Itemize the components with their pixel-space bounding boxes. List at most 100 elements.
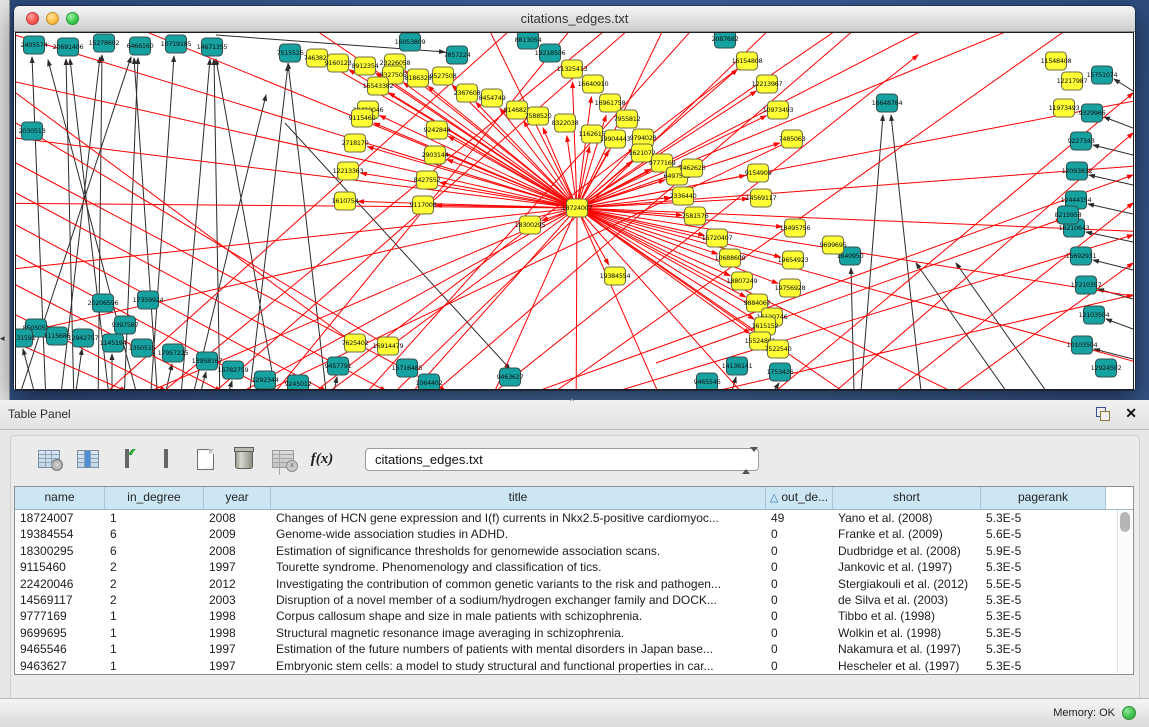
table-row[interactable]: 1830029562008Estimation of significance …: [15, 543, 1133, 559]
svg-text:9794028: 9794028: [630, 134, 657, 142]
cell-out_degree: 0: [766, 526, 833, 542]
close-panel-button[interactable]: ✕: [1125, 405, 1137, 422]
import-table-button-disabled: x: [271, 447, 295, 471]
cell-pagerank: 5.3E-5: [981, 641, 1106, 657]
svg-text:17957225: 17957225: [158, 349, 189, 357]
cell-in_degree: 1: [105, 658, 204, 674]
svg-text:9397587: 9397587: [112, 321, 139, 329]
table-select-dropdown[interactable]: citations_edges.txt: [365, 448, 759, 471]
show-columns-button[interactable]: [76, 447, 100, 471]
cell-pagerank: 5.3E-5: [981, 625, 1106, 641]
svg-text:9329966: 9329966: [1079, 109, 1106, 117]
table-toolbar: x f(x) citations_edges.txt: [11, 442, 759, 476]
table-row[interactable]: 946362711997Embryonic stem cells: a mode…: [15, 658, 1133, 674]
cell-year: 1997: [204, 658, 271, 674]
svg-text:19756928: 19756928: [775, 284, 806, 292]
svg-text:2336440: 2336440: [670, 192, 697, 200]
checked-box-icon: [127, 449, 129, 468]
column-header-short[interactable]: short: [833, 487, 981, 509]
memory-ok-indicator[interactable]: [1122, 706, 1136, 720]
cell-out_degree: 0: [766, 658, 833, 674]
svg-text:6466160: 6466160: [127, 42, 154, 50]
cell-out_degree: 49: [766, 510, 833, 526]
attribute-table: namein_degreeyeartitle△out_de...shortpag…: [14, 486, 1134, 675]
cell-in_degree: 2: [105, 559, 204, 575]
table-panel-title: Table Panel: [8, 400, 71, 429]
svg-text:2087682: 2087682: [712, 35, 739, 43]
svg-text:12444154: 12444154: [1061, 196, 1092, 204]
table-panel-header: ⌃ Table Panel ✕: [0, 400, 1149, 430]
cell-year: 1998: [204, 608, 271, 624]
function-builder-button[interactable]: f(x): [310, 447, 334, 471]
svg-text:7581576: 7581576: [682, 212, 709, 220]
svg-text:7625402: 7625402: [342, 339, 369, 347]
collapsed-side-panel[interactable]: ◂: [0, 0, 10, 400]
cell-name: 9465546: [15, 641, 105, 657]
table-row[interactable]: 969969511998Structural magnetic resonanc…: [15, 625, 1133, 641]
svg-text:8427552: 8427552: [414, 176, 441, 184]
table-row[interactable]: 1938455462009Genome-wide association stu…: [15, 526, 1133, 542]
svg-text:1350515: 1350515: [129, 344, 156, 352]
table-row[interactable]: 1456911722003Disruption of a novel membe…: [15, 592, 1133, 608]
table-row[interactable]: 977716911998Corpus callosum shape and si…: [15, 608, 1133, 624]
delete-table-button[interactable]: [232, 447, 256, 471]
svg-text:9884067: 9884067: [744, 299, 771, 307]
column-header-out_degree[interactable]: △out_de...: [766, 487, 833, 509]
close-window-button[interactable]: [26, 12, 39, 25]
status-bar: Memory: OK: [0, 698, 1149, 727]
svg-text:8186328: 8186328: [405, 74, 432, 82]
svg-text:7485063: 7485063: [779, 135, 806, 143]
table-row[interactable]: 1872400712008Changes of HCN gene express…: [15, 510, 1133, 526]
cell-year: 2009: [204, 526, 271, 542]
svg-text:16210643: 16210643: [1059, 224, 1090, 232]
column-header-in_degree[interactable]: in_degree: [105, 487, 204, 509]
svg-text:1753426: 1753426: [767, 368, 794, 376]
svg-text:10688609: 10688609: [715, 254, 746, 262]
panel-expand-arrow-icon[interactable]: ◂: [0, 334, 5, 343]
table-scrollbar[interactable]: [1117, 510, 1132, 673]
svg-text:19218506: 19218506: [535, 49, 566, 57]
window-controls: [26, 12, 79, 25]
svg-text:2903144: 2903144: [422, 151, 449, 159]
svg-text:2405574: 2405574: [21, 41, 48, 49]
cell-in_degree: 1: [105, 641, 204, 657]
svg-text:18495756: 18495756: [780, 224, 811, 232]
svg-text:1292344: 1292344: [252, 376, 279, 384]
table-row[interactable]: 911546021997Tourette syndrome. Phenomeno…: [15, 559, 1133, 575]
network-view-window: citations_edges.txt 24055742069140615278…: [14, 6, 1135, 390]
window-titlebar[interactable]: citations_edges.txt: [14, 6, 1135, 32]
svg-text:7515526: 7515526: [277, 49, 304, 57]
splitter-grip-icon[interactable]: ⌃: [568, 398, 576, 409]
network-canvas[interactable]: 2405574206914061527860264661601071918514…: [15, 32, 1134, 390]
table-row[interactable]: 946554611997Estimation of the future num…: [15, 641, 1133, 657]
svg-text:18300295: 18300295: [515, 221, 546, 229]
table-row[interactable]: 2242004622012Investigating the contribut…: [15, 576, 1133, 592]
cell-year: 1997: [204, 641, 271, 657]
svg-text:1064402: 1064402: [416, 379, 443, 387]
cell-name: 22420046: [15, 576, 105, 592]
svg-text:9457791: 9457791: [325, 362, 352, 370]
cell-short: Jankovic et al. (1997): [833, 559, 981, 575]
svg-text:9242848: 9242848: [424, 126, 451, 134]
svg-text:14136141: 14136141: [722, 362, 753, 370]
cell-out_degree: 0: [766, 641, 833, 657]
svg-text:10103504: 10103504: [1067, 341, 1098, 349]
svg-text:17359924: 17359924: [133, 296, 164, 304]
cell-out_degree: 0: [766, 559, 833, 575]
clear-selection-button[interactable]: [154, 447, 178, 471]
table-settings-button[interactable]: [37, 447, 61, 471]
cell-name: 9115460: [15, 559, 105, 575]
cell-year: 2003: [204, 592, 271, 608]
table-body: 1872400712008Changes of HCN gene express…: [15, 510, 1133, 674]
citation-network-graph[interactable]: 2405574206914061527860264661601071918514…: [16, 33, 1133, 389]
select-all-button[interactable]: [115, 447, 139, 471]
column-header-year[interactable]: year: [204, 487, 271, 509]
column-header-title[interactable]: title: [271, 487, 766, 509]
scrollbar-thumb[interactable]: [1120, 512, 1130, 532]
new-table-button[interactable]: [193, 447, 217, 471]
column-header-name[interactable]: name: [15, 487, 105, 509]
column-header-pagerank[interactable]: pagerank: [981, 487, 1106, 509]
float-panel-button[interactable]: [1096, 407, 1111, 422]
minimize-window-button[interactable]: [46, 12, 59, 25]
zoom-window-button[interactable]: [66, 12, 79, 25]
